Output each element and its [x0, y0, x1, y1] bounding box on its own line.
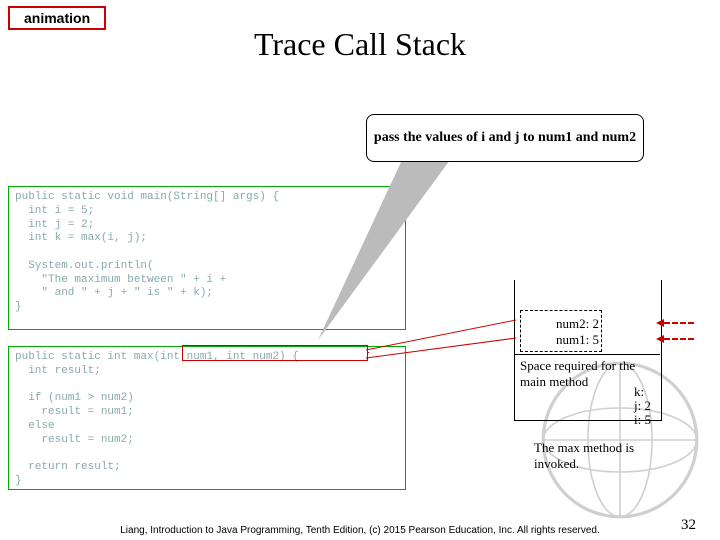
red-connector-svg: [366, 310, 526, 370]
page-number: 32: [681, 517, 696, 534]
callout-box: pass the values of i and j to num1 and n…: [366, 114, 644, 162]
highlight-box: [182, 345, 368, 361]
stack-divider: [514, 354, 660, 355]
red-arrow-num1: [664, 338, 694, 340]
stack-num1-label: num1: 5: [556, 332, 599, 348]
slide-title: Trace Call Stack: [0, 26, 720, 63]
stack-i-label: i: 5: [634, 412, 651, 428]
footer-text: Liang, Introduction to Java Programming,…: [0, 525, 720, 536]
invoked-text: The max method is invoked.: [534, 440, 674, 472]
code-block-max: public static int max(int num1, int num2…: [8, 346, 406, 490]
stack-num2-label: num2: 2: [556, 316, 599, 332]
red-arrow-num2: [664, 322, 694, 324]
